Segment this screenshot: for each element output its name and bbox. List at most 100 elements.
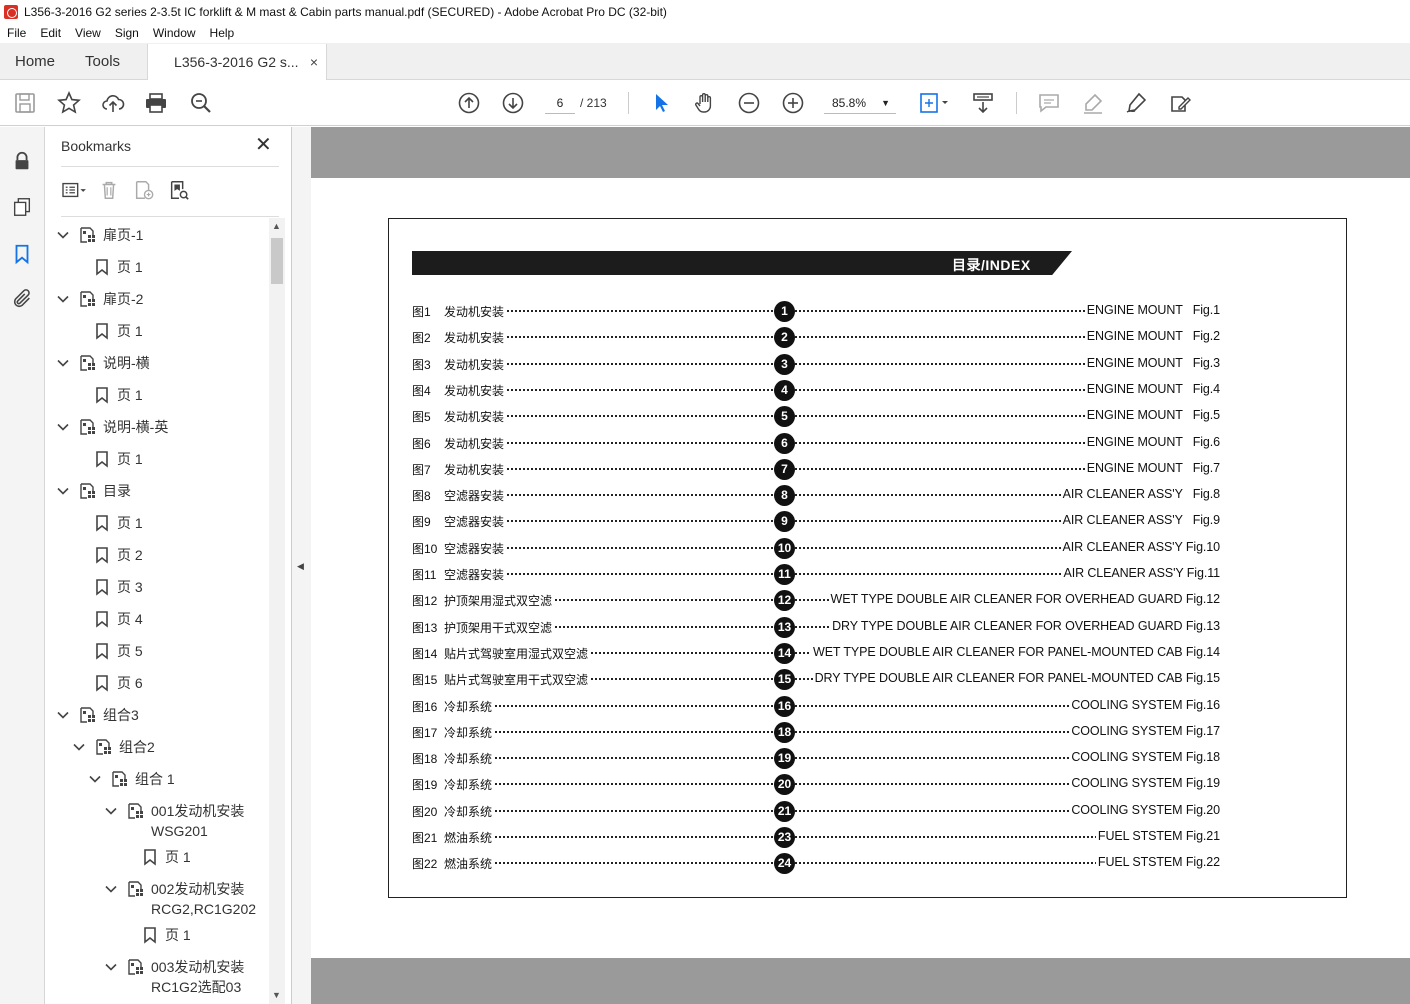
zoom-level-select[interactable]: 85.8% ▼ bbox=[824, 92, 896, 114]
tab-tools[interactable]: Tools bbox=[70, 43, 135, 79]
tab-document[interactable]: L356-3-2016 G2 s... × bbox=[147, 44, 328, 80]
bookmark-group-item[interactable]: 说明-横-英 bbox=[55, 417, 168, 441]
options-menu-icon[interactable] bbox=[61, 178, 87, 202]
zoom-out-icon[interactable] bbox=[736, 90, 762, 116]
chevron-down-icon[interactable] bbox=[55, 227, 71, 243]
bookmark-group-item[interactable]: 003发动机安装 RC1G2选配03 bbox=[103, 957, 244, 1001]
scroll-up-icon[interactable]: ▲ bbox=[272, 221, 281, 231]
index-row: 图9 空滤器安装 9 AIR CLEANER ASS'Y Fig.9 bbox=[412, 511, 1220, 533]
bookmark-group-item[interactable]: 001发动机安装 WSG201 bbox=[103, 801, 244, 845]
scroll-down-icon[interactable]: ▼ bbox=[272, 990, 281, 1000]
bookmark-page-item[interactable]: 页 4 bbox=[93, 609, 143, 633]
bookmark-label-line: 页 1 bbox=[117, 323, 143, 339]
chevron-down-icon[interactable] bbox=[55, 419, 71, 435]
bookmark-page-item[interactable]: 页 1 bbox=[93, 385, 143, 409]
bookmark-group-icon bbox=[79, 290, 97, 308]
index-row: 图12 护顶架用湿式双空滤 12 WET TYPE DOUBLE AIR CLEANE… bbox=[412, 590, 1220, 612]
bookmark-group-item[interactable]: 目录 bbox=[55, 481, 131, 505]
bookmark-group-icon bbox=[79, 706, 97, 724]
chinese-title: 发动机安装 bbox=[444, 408, 507, 426]
sign-pen-icon[interactable] bbox=[1123, 90, 1149, 116]
pages-thumbnail-icon[interactable] bbox=[10, 195, 34, 219]
bookmark-group-item[interactable]: 002发动机安装 RCG2,RC1G202 bbox=[103, 879, 256, 923]
chevron-down-icon[interactable] bbox=[55, 355, 71, 371]
bookmark-page-item[interactable]: 页 5 bbox=[93, 641, 143, 665]
menu-file[interactable]: File bbox=[7, 26, 26, 40]
index-title: 目录/INDEX bbox=[952, 257, 1031, 273]
highlight-pen-icon[interactable] bbox=[1080, 90, 1106, 116]
hand-tool-icon[interactable] bbox=[692, 90, 718, 116]
page-number-input[interactable]: 6 bbox=[545, 92, 575, 114]
bookmark-group-item[interactable]: 扉页-1 bbox=[55, 225, 143, 249]
bookmark-group-item[interactable]: 组合 1 bbox=[87, 769, 175, 793]
zoom-search-icon[interactable] bbox=[188, 90, 214, 116]
find-bookmark-icon[interactable] bbox=[166, 178, 192, 202]
new-bookmark-icon[interactable] bbox=[131, 178, 157, 202]
bookmark-icon bbox=[93, 578, 111, 596]
chinese-title: 贴片式驾驶室用干式双空滤 bbox=[444, 671, 591, 689]
chevron-down-icon[interactable] bbox=[55, 707, 71, 723]
select-cursor-icon[interactable] bbox=[648, 90, 674, 116]
acrobat-app-icon bbox=[4, 4, 18, 19]
close-icon[interactable]: ✕ bbox=[255, 135, 272, 155]
bookmarks-scrollbar[interactable]: ▲ ▼ bbox=[269, 218, 285, 1004]
bookmark-group-item[interactable]: 扉页-2 bbox=[55, 289, 143, 313]
lock-icon[interactable] bbox=[10, 149, 34, 173]
fill-sign-icon[interactable] bbox=[1167, 90, 1193, 116]
bookmark-page-item[interactable]: 页 1 bbox=[93, 513, 143, 537]
tab-home[interactable]: Home bbox=[0, 43, 70, 79]
figure-label: 图2 bbox=[412, 331, 431, 346]
chevron-down-icon[interactable] bbox=[55, 291, 71, 307]
chevron-down-icon[interactable] bbox=[55, 483, 71, 499]
previous-page-icon[interactable] bbox=[456, 90, 482, 116]
document-viewport[interactable]: 目录/INDEX 图1 发动机安装 1 ENGINE MOUNT Fig.1 图2 发动机… bbox=[311, 127, 1410, 1004]
bookmark-group-item[interactable]: 说明-横 bbox=[55, 353, 150, 377]
print-icon[interactable] bbox=[143, 90, 169, 116]
chevron-down-icon[interactable] bbox=[103, 803, 119, 819]
upload-cloud-icon[interactable] bbox=[100, 90, 126, 116]
comment-icon[interactable] bbox=[1036, 90, 1062, 116]
chevron-down-icon[interactable] bbox=[87, 771, 103, 787]
menu-sign[interactable]: Sign bbox=[115, 26, 139, 40]
english-title: COOLING SYSTEM Fig.20 bbox=[1069, 802, 1220, 817]
menu-view[interactable]: View bbox=[75, 26, 101, 40]
tab-document-label: L356-3-2016 G2 s... bbox=[174, 54, 299, 70]
scrollbar-thumb[interactable] bbox=[271, 238, 283, 284]
bookmark-label: 页 1 bbox=[117, 257, 143, 277]
bookmark-group-item[interactable]: 组合3 bbox=[55, 705, 139, 729]
page-fit-icon[interactable] bbox=[916, 90, 952, 116]
bookmark-page-item[interactable]: 页 3 bbox=[93, 577, 143, 601]
bookmark-group-item[interactable]: 组合2 bbox=[71, 737, 155, 761]
bookmark-label-line: 页 4 bbox=[117, 611, 143, 627]
next-page-icon[interactable] bbox=[500, 90, 526, 116]
index-row: 图6 发动机安装 6 ENGINE MOUNT Fig.6 bbox=[412, 432, 1220, 454]
save-icon[interactable] bbox=[12, 90, 38, 116]
menu-edit[interactable]: Edit bbox=[40, 26, 61, 40]
menu-help[interactable]: Help bbox=[210, 26, 235, 40]
chevron-down-icon[interactable] bbox=[71, 739, 87, 755]
chevron-down-icon[interactable] bbox=[103, 881, 119, 897]
star-icon[interactable] bbox=[56, 90, 82, 116]
scroll-mode-icon[interactable] bbox=[970, 90, 996, 116]
bookmark-page-item[interactable]: 页 1 bbox=[93, 257, 143, 281]
page-circle-number: 4 bbox=[774, 379, 795, 401]
bookmark-page-item[interactable]: 页 1 bbox=[93, 449, 143, 473]
bookmark-page-item[interactable]: 页 1 bbox=[93, 321, 143, 345]
menu-window[interactable]: Window bbox=[153, 26, 196, 40]
panel-collapse-handle[interactable]: ◀ bbox=[292, 127, 311, 1004]
figure-label: 图18 bbox=[412, 752, 438, 767]
close-tab-icon[interactable]: × bbox=[310, 54, 318, 70]
page-circle-number: 3 bbox=[774, 353, 795, 375]
bookmark-page-item[interactable]: 页 6 bbox=[93, 673, 143, 697]
zoom-in-icon[interactable] bbox=[780, 90, 806, 116]
bookmark-label-line: 页 1 bbox=[165, 849, 191, 865]
bookmark-panel-icon[interactable] bbox=[10, 242, 34, 266]
english-title: ENGINE MOUNT Fig.4 bbox=[1084, 381, 1220, 396]
attachment-paperclip-icon[interactable] bbox=[10, 287, 34, 311]
chevron-down-icon[interactable] bbox=[103, 959, 119, 975]
bookmark-page-item[interactable]: 页 1 bbox=[141, 847, 191, 871]
page-total: / 213 bbox=[580, 96, 607, 110]
bookmark-page-item[interactable]: 页 1 bbox=[141, 925, 191, 949]
delete-trash-icon[interactable] bbox=[96, 178, 122, 202]
bookmark-page-item[interactable]: 页 2 bbox=[93, 545, 143, 569]
